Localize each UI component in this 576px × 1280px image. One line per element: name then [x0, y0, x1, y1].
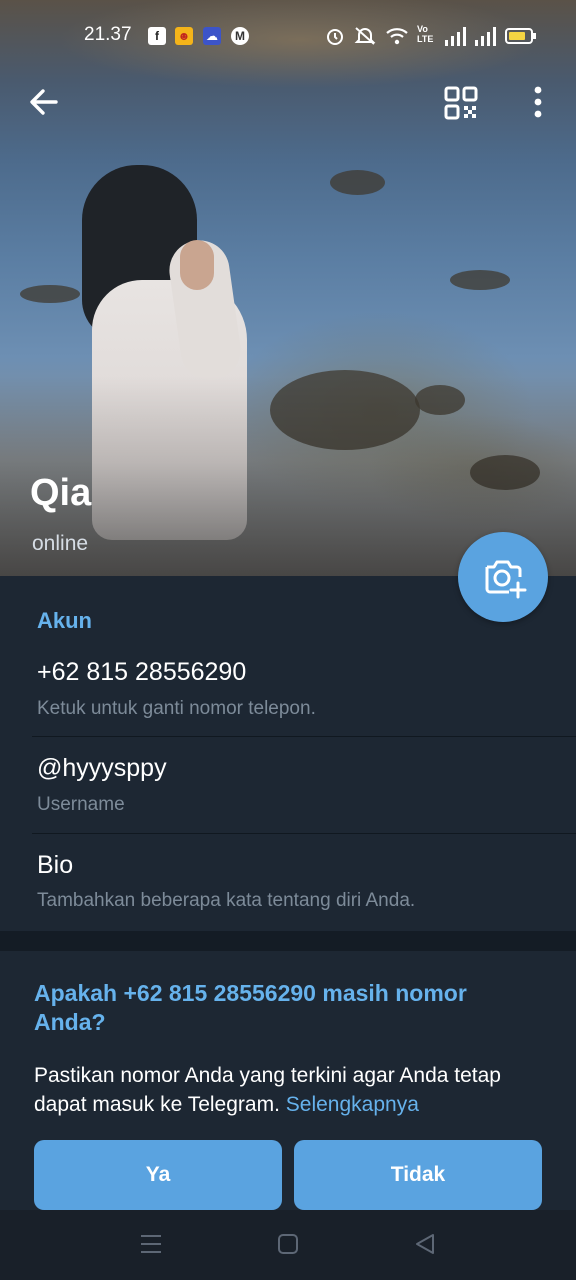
- status-bar: 21.37 f ☻ ☁ M Vo LTE: [0, 18, 576, 54]
- no-button[interactable]: Tidak: [294, 1140, 542, 1210]
- phone-check-card: Apakah +62 815 28556290 masih nomor Anda…: [0, 951, 576, 1211]
- back-triangle-icon[interactable]: [414, 1232, 436, 1256]
- phone-check-title: Apakah +62 815 28556290 masih nomor Anda…: [34, 980, 467, 1035]
- game-app-icon: ☻: [175, 27, 193, 45]
- phone-check-text: Pastikan nomor Anda yang terkini agar An…: [34, 1064, 501, 1116]
- volte-icon: Vo LTE: [417, 24, 434, 44]
- facebook-icon: f: [148, 27, 166, 45]
- section-title: Akun: [37, 608, 92, 633]
- yes-button[interactable]: Ya: [34, 1140, 282, 1210]
- bio-hint: Tambahkan beberapa kata tentang diri And…: [37, 890, 416, 911]
- learn-more-link[interactable]: Selengkapnya: [286, 1093, 419, 1116]
- section-gap: [0, 931, 576, 951]
- photo-person-hand: [180, 240, 214, 290]
- bio-row[interactable]: Bio Tambahkan beberapa kata tentang diri…: [0, 835, 576, 932]
- profile-status: online: [32, 532, 89, 555]
- set-photo-button[interactable]: [458, 532, 548, 622]
- photo-rock: [450, 270, 510, 290]
- bio-label: Bio: [37, 851, 74, 879]
- qr-code-icon[interactable]: [444, 86, 478, 120]
- home-icon[interactable]: [277, 1232, 299, 1256]
- weather-app-icon: ☁: [203, 27, 221, 45]
- divider: [32, 833, 576, 834]
- phone-hint: Ketuk untuk ganti nomor telepon.: [37, 698, 316, 719]
- username-row[interactable]: @hyyysppy Username: [0, 738, 576, 835]
- profile-name: Qia: [30, 472, 92, 514]
- more-vertical-icon[interactable]: [526, 84, 550, 120]
- status-time: 21.37: [84, 24, 132, 45]
- username-value: @hyyysppy: [37, 754, 167, 782]
- account-section: Akun +62 815 28556290 Ketuk untuk ganti …: [0, 576, 576, 931]
- menu-icon[interactable]: [140, 1232, 162, 1256]
- signal-icon: [445, 27, 466, 46]
- mute-icon: [354, 27, 376, 45]
- divider: [32, 736, 576, 737]
- phone-row[interactable]: +62 815 28556290 Ketuk untuk ganti nomor…: [0, 646, 576, 743]
- camera-add-icon: [485, 560, 527, 599]
- photo-rock: [20, 285, 80, 303]
- signal-icon: [475, 27, 496, 46]
- phone-number: +62 815 28556290: [37, 658, 247, 686]
- status-right-icons: Vo LTE: [325, 24, 540, 48]
- arrow-left-icon[interactable]: [26, 84, 62, 120]
- system-navbar: [0, 1210, 576, 1280]
- m-app-icon: M: [231, 27, 249, 45]
- photo-rock: [330, 170, 385, 195]
- wifi-icon: [386, 28, 408, 45]
- phone-check-body: Pastikan nomor Anda yang terkini agar An…: [34, 1061, 554, 1119]
- alarm-icon: [327, 29, 343, 45]
- battery-icon: [505, 28, 536, 44]
- username-hint: Username: [37, 794, 125, 815]
